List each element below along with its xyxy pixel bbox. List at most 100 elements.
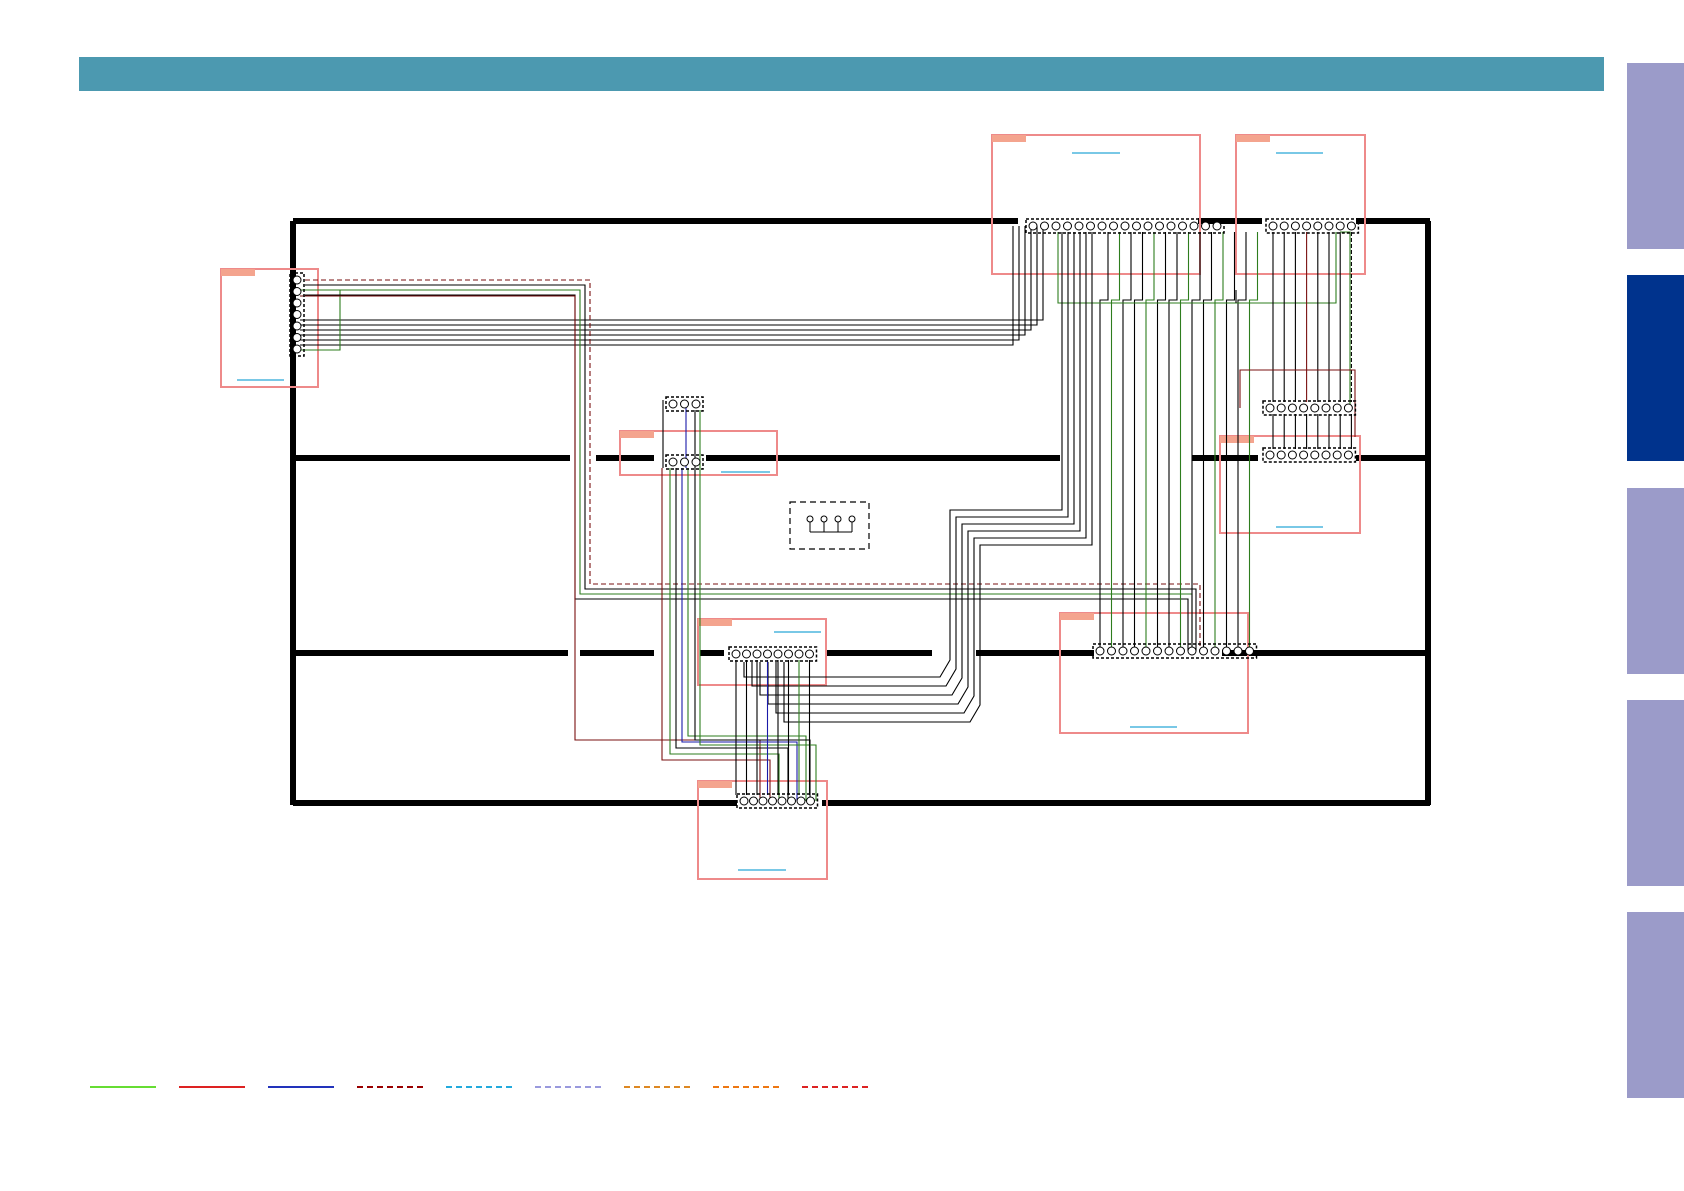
wire-vertical-bundle <box>1168 232 1178 651</box>
connector-pin <box>668 399 678 409</box>
connector-pin <box>1265 450 1275 460</box>
connector-pin <box>752 649 762 659</box>
connector-pin <box>1343 403 1353 413</box>
connector-pin <box>1310 403 1320 413</box>
wire-vertical-bundle <box>1179 232 1190 651</box>
wire-step-harness <box>783 232 1093 723</box>
connector-pin <box>1132 221 1141 231</box>
board-blocks <box>220 134 1366 880</box>
connector-pin <box>292 275 302 285</box>
wire-left-top <box>300 226 1020 341</box>
chassis-frame <box>290 218 1431 806</box>
connector-pin <box>1178 221 1187 231</box>
connector-pin <box>1299 403 1309 413</box>
connector-pin <box>292 333 302 342</box>
connector-pin <box>787 796 796 806</box>
connector-pin <box>773 649 783 659</box>
wire-left-top <box>300 226 1026 336</box>
connector-pin <box>1212 221 1222 231</box>
block-tags <box>221 135 1270 788</box>
connector-pin <box>1287 403 1297 413</box>
wire-left-top <box>300 226 1044 321</box>
connector-pin <box>763 649 772 659</box>
connector-pin <box>691 457 701 467</box>
connector-pin <box>1176 646 1185 656</box>
wire-step-harness <box>775 232 1087 714</box>
connector-pin <box>1040 221 1049 231</box>
wire-long-loop <box>305 279 1201 651</box>
wire-vertical-bundle <box>1156 232 1167 651</box>
connector-pin <box>1164 646 1174 656</box>
wire-left-top <box>300 226 1038 326</box>
legend-line-7 <box>624 1086 690 1088</box>
connector-pin <box>1051 221 1061 231</box>
connector-mid <box>728 646 818 662</box>
connector-pin <box>1279 221 1289 231</box>
connector-pin <box>1130 646 1139 656</box>
connector-pin <box>796 796 806 806</box>
connector-pin <box>1222 646 1231 656</box>
connector-pin <box>1143 221 1153 231</box>
board-block-top-main <box>991 134 1201 275</box>
connector-pin <box>768 796 777 806</box>
connector-pin <box>292 310 302 319</box>
connector-pin <box>1233 646 1243 656</box>
connector-center-top <box>665 396 704 412</box>
connector-pin <box>1097 221 1107 231</box>
legend-line-8 <box>713 1086 779 1088</box>
wire-darkred-bottom <box>300 295 761 801</box>
board-block-right <box>1219 435 1361 534</box>
wire-long-loop <box>305 289 1193 651</box>
connector-pin <box>805 649 814 659</box>
legend-line-4 <box>357 1086 423 1088</box>
connector-pin <box>794 649 804 659</box>
connector-pin <box>758 796 768 806</box>
connector-pin <box>1332 403 1342 413</box>
connector-pin <box>680 399 689 409</box>
connector-pin <box>1287 450 1297 460</box>
legend-line-3 <box>268 1086 334 1088</box>
connector-pin <box>1276 403 1286 413</box>
connector-pin <box>806 796 815 806</box>
wire-vertical-bundle <box>1191 232 1201 651</box>
wire-center-bottom <box>675 468 789 801</box>
legend-line-9 <box>802 1086 868 1088</box>
connector-pin <box>1155 221 1164 231</box>
connector-pin <box>1201 221 1210 231</box>
connector-pin <box>1189 221 1199 231</box>
connector-pin <box>292 287 302 296</box>
connector-pin <box>1276 450 1286 460</box>
wire-right-darkred <box>1239 369 1356 437</box>
connector-pin <box>292 298 302 308</box>
wire-vertical-bundle <box>1099 232 1109 651</box>
board-block-top-right <box>1235 134 1366 275</box>
block-links[interactable] <box>237 152 1323 871</box>
connector-pin <box>1141 646 1151 656</box>
connector-bottom <box>736 793 819 809</box>
connector-pin <box>1299 450 1309 460</box>
wire-vertical-bundle <box>1202 232 1213 651</box>
legend-line-1 <box>90 1086 156 1088</box>
connector-pin <box>1324 221 1334 231</box>
connector-pin <box>1120 221 1130 231</box>
connectors <box>289 218 1360 809</box>
connector-right <box>1262 447 1357 463</box>
connector-pin <box>1153 646 1162 656</box>
connector-pin <box>292 321 302 331</box>
wire-step-harness <box>767 232 1081 705</box>
connector-pin <box>739 796 749 806</box>
connector-pin <box>1245 646 1254 656</box>
connector-pin <box>1290 221 1300 231</box>
wire-center-bottom <box>669 468 780 801</box>
connector-pin <box>1268 221 1278 231</box>
connector-pin <box>1074 221 1084 231</box>
connector-pin <box>1095 646 1105 656</box>
wire-harness <box>300 226 1356 801</box>
connector-pin <box>1187 646 1197 656</box>
connector-pin <box>1210 646 1220 656</box>
connector-top-right <box>1265 218 1360 234</box>
wire-vertical-bundle <box>1133 232 1144 651</box>
wire-vertical-bundle <box>1145 232 1155 651</box>
legend-line-2 <box>179 1086 245 1088</box>
wire-long-loop <box>305 294 1189 651</box>
